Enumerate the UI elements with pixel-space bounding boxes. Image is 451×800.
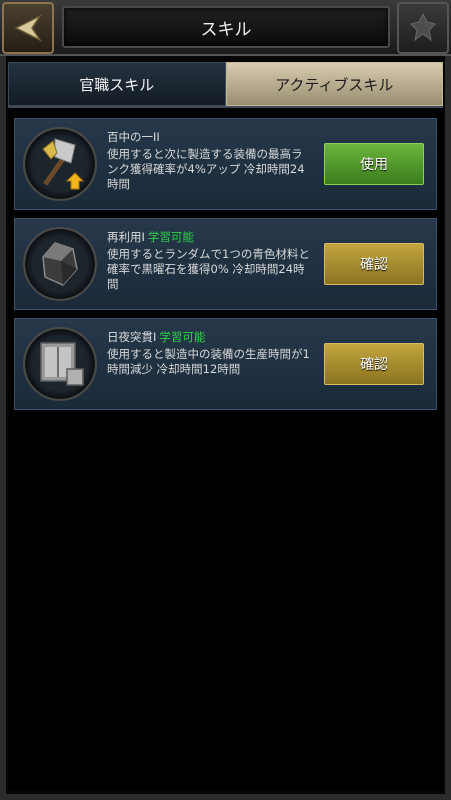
header-bar: スキル bbox=[0, 0, 451, 56]
back-button[interactable] bbox=[2, 2, 54, 54]
skill-icon-frame bbox=[23, 227, 97, 301]
skill-description: 使用するとランダムで1つの青色材料と確率で黒曜石を獲得0% 冷却時間24時間 bbox=[107, 247, 310, 291]
skill-icon-frame bbox=[23, 127, 97, 201]
title-plate: スキル bbox=[62, 6, 390, 48]
tab-active-skills[interactable]: アクティブスキル bbox=[225, 62, 443, 106]
learnable-badge: 学習可能 bbox=[147, 230, 194, 244]
skill-card: 百中の一II 使用すると次に製造する装備の最高ランク獲得確率が4%アップ 冷却時… bbox=[14, 118, 437, 210]
skill-description: 使用すると製造中の装備の生産時間が1時間減少 冷却時間12時間 bbox=[107, 347, 310, 376]
page-title: スキル bbox=[200, 19, 252, 40]
skill-name: 百中の一II bbox=[107, 129, 160, 145]
fleur-icon bbox=[410, 12, 436, 42]
obsidian-stone-icon bbox=[42, 242, 78, 286]
confirm-button[interactable]: 確認 bbox=[324, 343, 424, 385]
skill-name: 再利用I 学習可能 bbox=[107, 229, 194, 245]
use-button[interactable]: 使用 bbox=[324, 143, 424, 185]
skill-card: 再利用I 学習可能 使用するとランダムで1つの青色材料と確率で黒曜石を獲得0% 冷… bbox=[14, 218, 437, 310]
skill-name-text: 再利用I bbox=[107, 230, 145, 244]
learnable-badge: 学習可能 bbox=[159, 330, 206, 344]
axe-upgrade-icon bbox=[42, 138, 85, 190]
skill-name: 日夜突貫I 学習可能 bbox=[107, 329, 205, 345]
skill-name-text: 百中の一II bbox=[107, 130, 160, 144]
armor-crate-icon bbox=[40, 342, 84, 386]
skill-description: 使用すると次に製造する装備の最高ランク獲得確率が4%アップ 冷却時間24時間 bbox=[107, 147, 305, 191]
tab-official-skills[interactable]: 官職スキル bbox=[8, 62, 226, 106]
skill-tabs: 官職スキル アクティブスキル bbox=[8, 62, 443, 106]
skill-card: 日夜突貫I 学習可能 使用すると製造中の装備の生産時間が1時間減少 冷却時間12時… bbox=[14, 318, 437, 410]
skill-name-text: 日夜突貫I bbox=[107, 330, 157, 344]
confirm-button[interactable]: 確認 bbox=[324, 243, 424, 285]
back-arrow-icon bbox=[14, 14, 43, 42]
skill-list: 百中の一II 使用すると次に製造する装備の最高ランク獲得確率が4%アップ 冷却時… bbox=[8, 106, 443, 790]
ornament-icon bbox=[397, 2, 449, 54]
skill-icon-frame bbox=[23, 327, 97, 401]
